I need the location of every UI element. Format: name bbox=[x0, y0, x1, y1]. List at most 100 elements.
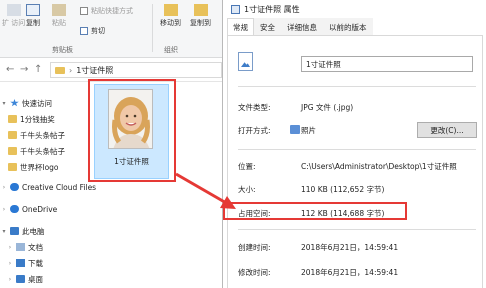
image-file-icon bbox=[238, 52, 253, 71]
open-with-label: 打开方式: bbox=[238, 126, 271, 135]
folder-icon bbox=[8, 131, 17, 139]
move-to-label: 移动到 bbox=[160, 19, 181, 27]
folder-icon bbox=[55, 66, 65, 74]
move-to-button[interactable]: 移动到 bbox=[160, 4, 181, 28]
download-icon bbox=[16, 259, 25, 267]
forward-arrow-icon[interactable]: → bbox=[20, 64, 28, 75]
nav-label: 此电脑 bbox=[22, 226, 45, 236]
pin-icon bbox=[6, 4, 21, 16]
folder-icon bbox=[8, 163, 17, 171]
modified-value: 2018年6月21日，14:59:41 bbox=[301, 268, 399, 277]
nav-label: 下载 bbox=[28, 258, 43, 268]
modified-label: 修改时间: bbox=[238, 268, 271, 277]
nav-label: 千牛头条帖子 bbox=[20, 130, 65, 140]
copy-to-label: 复制到 bbox=[190, 19, 211, 27]
tab-label: 以前的版本 bbox=[329, 22, 367, 32]
path-chevron-icon: › bbox=[69, 65, 73, 75]
move-folder-icon bbox=[163, 4, 178, 16]
paste-shortcut-button[interactable]: 粘贴快捷方式 bbox=[80, 6, 133, 16]
nav-quick-access[interactable]: ▾ 快速访问 bbox=[0, 96, 52, 110]
chevron-down-icon: ▾ bbox=[2, 227, 6, 235]
tab-general[interactable]: 常规 bbox=[227, 18, 254, 36]
pin-quick-access-button[interactable]: 扩 访问 bbox=[2, 4, 25, 28]
file-explorer-window: 扩 访问 复制 粘贴 粘贴快捷方式 剪切 剪贴板 移动到 复制到 组织 ← → … bbox=[0, 0, 222, 288]
nav-creative-cloud[interactable]: › Creative Cloud Files bbox=[0, 180, 96, 194]
nav-downloads[interactable]: › 下载 bbox=[6, 256, 43, 270]
location-value: C:\Users\Administrator\Desktop\1寸证件照 bbox=[301, 162, 457, 171]
general-panel: 1寸证件照 文件类型: JPG 文件 (.jpg) 打开方式: 照片 更改(C)… bbox=[227, 35, 483, 288]
nav-item-folder[interactable]: 1分钱抽奖 bbox=[6, 112, 55, 126]
nav-item-folder[interactable]: 世界杯logo bbox=[6, 160, 59, 174]
nav-onedrive[interactable]: › OneDrive bbox=[0, 202, 57, 216]
shortcut-icon bbox=[80, 7, 88, 15]
chevron-right-icon: › bbox=[8, 275, 12, 283]
file-type-value: JPG 文件 (.jpg) bbox=[301, 103, 354, 112]
properties-dialog: 1寸证件照 属性 常规 安全 详细信息 以前的版本 1寸证件照 文件类型: JP… bbox=[222, 0, 486, 288]
red-highlight-box bbox=[223, 202, 407, 220]
address-input[interactable]: › 1寸证件照 bbox=[50, 62, 222, 78]
chevron-right-icon: › bbox=[8, 259, 12, 267]
copy-button[interactable]: 复制 bbox=[26, 4, 40, 28]
file-name-input[interactable]: 1寸证件照 bbox=[301, 56, 473, 72]
nav-item-folder[interactable]: 千牛头条帖子 bbox=[6, 144, 65, 158]
nav-label: Creative Cloud Files bbox=[22, 182, 97, 192]
nav-desktop[interactable]: › 桌面 bbox=[6, 272, 43, 286]
nav-this-pc[interactable]: ▾ 此电脑 bbox=[0, 224, 45, 238]
divider bbox=[238, 86, 476, 87]
cut-button[interactable]: 剪切 bbox=[80, 26, 105, 36]
star-icon bbox=[10, 99, 19, 107]
divider bbox=[238, 149, 476, 150]
nav-label: 千牛头条帖子 bbox=[20, 146, 65, 156]
address-path: 1寸证件照 bbox=[76, 65, 114, 75]
folder-icon bbox=[8, 147, 17, 155]
paste-button[interactable]: 粘贴 bbox=[52, 4, 66, 28]
copy-label: 复制 bbox=[26, 19, 40, 27]
red-highlight-box bbox=[88, 79, 176, 182]
image-file-icon bbox=[231, 4, 240, 14]
nav-item-folder[interactable]: 千牛头条帖子 bbox=[6, 128, 65, 142]
chevron-right-icon: › bbox=[2, 183, 6, 191]
tab-details[interactable]: 详细信息 bbox=[281, 18, 323, 36]
creative-cloud-icon bbox=[10, 183, 19, 191]
copy-to-button[interactable]: 复制到 bbox=[190, 4, 211, 28]
size-value: 110 KB (112,652 字节) bbox=[301, 185, 385, 194]
tab-security[interactable]: 安全 bbox=[254, 18, 281, 36]
chevron-down-icon: ▾ bbox=[2, 99, 6, 107]
file-name-value: 1寸证件照 bbox=[306, 59, 341, 69]
divider bbox=[238, 229, 476, 230]
nav-label: 快速访问 bbox=[22, 98, 52, 108]
dialog-titlebar: 1寸证件照 属性 bbox=[223, 0, 486, 18]
nav-label: 世界杯logo bbox=[20, 162, 59, 172]
photos-app-icon bbox=[290, 125, 300, 134]
nav-label: 桌面 bbox=[28, 274, 43, 284]
chevron-right-icon: › bbox=[8, 243, 12, 251]
change-button-label: 更改(C)... bbox=[430, 125, 464, 135]
paste-icon bbox=[52, 4, 66, 16]
desktop-icon bbox=[16, 275, 25, 283]
change-button[interactable]: 更改(C)... bbox=[417, 122, 477, 138]
nav-documents[interactable]: › 文档 bbox=[6, 240, 43, 254]
file-type-label: 文件类型: bbox=[238, 103, 271, 112]
ribbon: 扩 访问 复制 粘贴 粘贴快捷方式 剪切 剪贴板 移动到 复制到 组织 bbox=[0, 0, 222, 58]
paste-shortcut-label: 粘贴快捷方式 bbox=[91, 7, 133, 15]
cut-label: 剪切 bbox=[91, 27, 105, 35]
clipboard-group-label: 剪贴板 bbox=[52, 46, 73, 54]
copy-icon bbox=[26, 4, 40, 16]
nav-label: OneDrive bbox=[22, 204, 58, 214]
scissors-icon bbox=[80, 27, 88, 35]
copy-folder-icon bbox=[193, 4, 208, 16]
up-arrow-icon[interactable]: ↑ bbox=[34, 64, 42, 75]
nav-label: 1分钱抽奖 bbox=[20, 114, 55, 124]
location-label: 位置: bbox=[238, 162, 256, 171]
tab-label: 详细信息 bbox=[287, 22, 317, 32]
organize-group-label: 组织 bbox=[164, 46, 178, 54]
open-with-value: 照片 bbox=[301, 126, 316, 135]
back-arrow-icon[interactable]: ← bbox=[6, 64, 14, 75]
dialog-title: 1寸证件照 属性 bbox=[244, 4, 300, 14]
chevron-right-icon: › bbox=[2, 205, 6, 213]
onedrive-cloud-icon bbox=[10, 205, 19, 213]
tab-label: 安全 bbox=[260, 22, 275, 32]
tab-previous-versions[interactable]: 以前的版本 bbox=[323, 18, 373, 36]
folder-icon bbox=[8, 115, 17, 123]
tab-label: 常规 bbox=[233, 22, 248, 32]
